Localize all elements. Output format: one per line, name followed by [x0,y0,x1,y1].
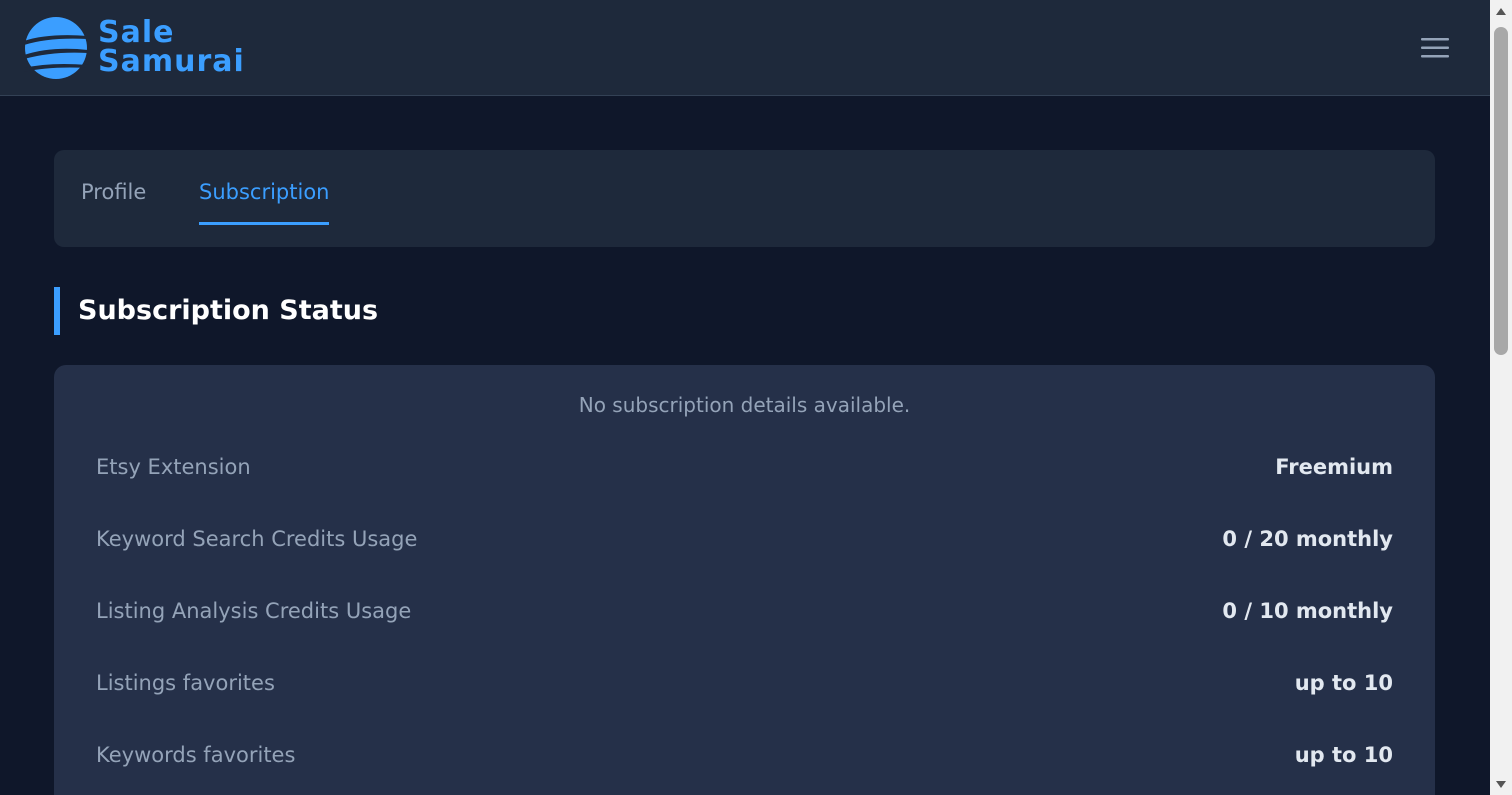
logo-line-2: Samurai [98,44,245,79]
tab-subscription[interactable]: Subscription [199,150,330,225]
row-label: Listing Analysis Credits Usage [96,599,412,623]
top-header: Sale Samurai [0,0,1490,96]
row-label: Keywords favorites [96,743,296,767]
account-page: Sale Samurai Profile Subscription Subscr… [0,0,1512,795]
row-value: up to 10 [1294,743,1393,767]
logo-line-1: Sale [98,15,175,50]
subscription-status-card: No subscription details available. Etsy … [54,365,1435,795]
subscription-status-heading: Subscription Status [54,287,378,335]
logo-wordmark: Sale Samurai [98,15,245,79]
subscription-row: Listing Analysis Credits Usage 0 / 10 mo… [96,591,1393,631]
scroll-up-arrow-icon[interactable] [1496,8,1506,15]
subscription-row: Keyword Search Credits Usage 0 / 20 mont… [96,519,1393,559]
scroll-down-arrow-icon[interactable] [1496,781,1506,788]
row-value: 0 / 10 monthly [1222,599,1393,623]
page-scrollbar[interactable] [1490,0,1512,795]
main-content: Profile Subscription Subscription Status… [0,96,1490,795]
account-tabs: Profile Subscription [54,150,1435,247]
scrollbar-thumb[interactable] [1494,27,1508,355]
subscription-row: Etsy Extension Freemium [96,447,1393,487]
row-label: Listings favorites [96,671,275,695]
row-value: Freemium [1275,455,1393,479]
row-value: 0 / 20 monthly [1222,527,1393,551]
tab-profile[interactable]: Profile [81,150,146,225]
sale-samurai-logo[interactable]: Sale Samurai [24,16,274,82]
row-label: Keyword Search Credits Usage [96,527,418,551]
hamburger-menu-icon[interactable] [1418,34,1452,62]
row-value: up to 10 [1294,671,1393,695]
subscription-row: Listings favorites up to 10 [96,663,1393,703]
samurai-logo-icon [24,17,88,79]
row-label: Etsy Extension [96,455,251,479]
subscription-row: Keywords favorites up to 10 [96,735,1393,775]
no-subscription-message: No subscription details available. [578,393,911,417]
